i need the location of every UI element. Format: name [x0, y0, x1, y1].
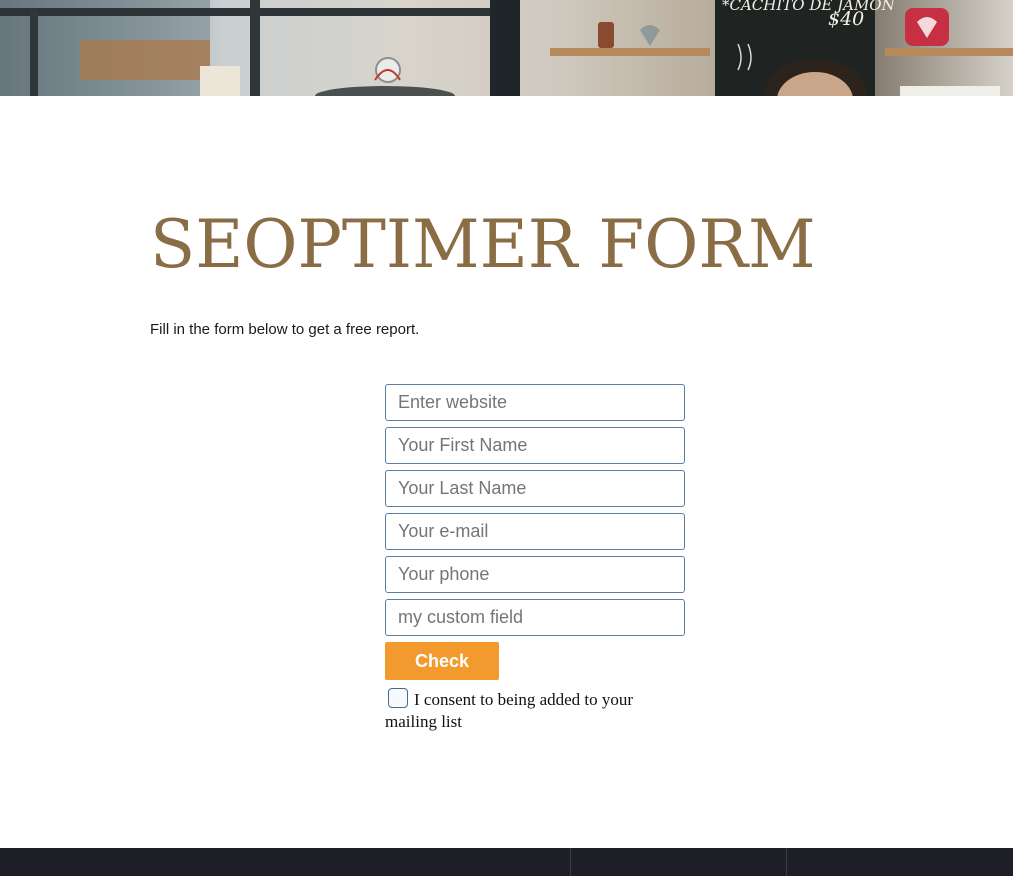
consent-label: I consent to being added to your mailing… — [385, 690, 634, 731]
website-input[interactable] — [385, 384, 685, 421]
consent-checkbox[interactable] — [388, 688, 408, 708]
page-title: SEOPTIMER FORM — [150, 206, 816, 283]
footer-divider — [570, 848, 571, 876]
email-input[interactable] — [385, 513, 685, 550]
consent-row: I consent to being added to your mailing… — [385, 688, 685, 733]
footer — [0, 848, 1013, 876]
main-content: SEOPTIMER FORM Fill in the form below to… — [0, 96, 1013, 848]
seo-report-form: Check I consent to being added to your m… — [385, 384, 685, 733]
footer-divider — [786, 848, 787, 876]
hero-banner-image: *CACHITO DE JAMÓN $40 — [0, 0, 1013, 96]
intro-text: Fill in the form below to get a free rep… — [150, 321, 420, 338]
chalkboard-price: $40 — [828, 8, 865, 30]
phone-input[interactable] — [385, 556, 685, 593]
custom-field-input[interactable] — [385, 599, 685, 636]
check-button[interactable]: Check — [385, 642, 499, 680]
last-name-input[interactable] — [385, 470, 685, 507]
first-name-input[interactable] — [385, 427, 685, 464]
chalkboard-text: *CACHITO DE JAMÓN — [722, 0, 895, 14]
